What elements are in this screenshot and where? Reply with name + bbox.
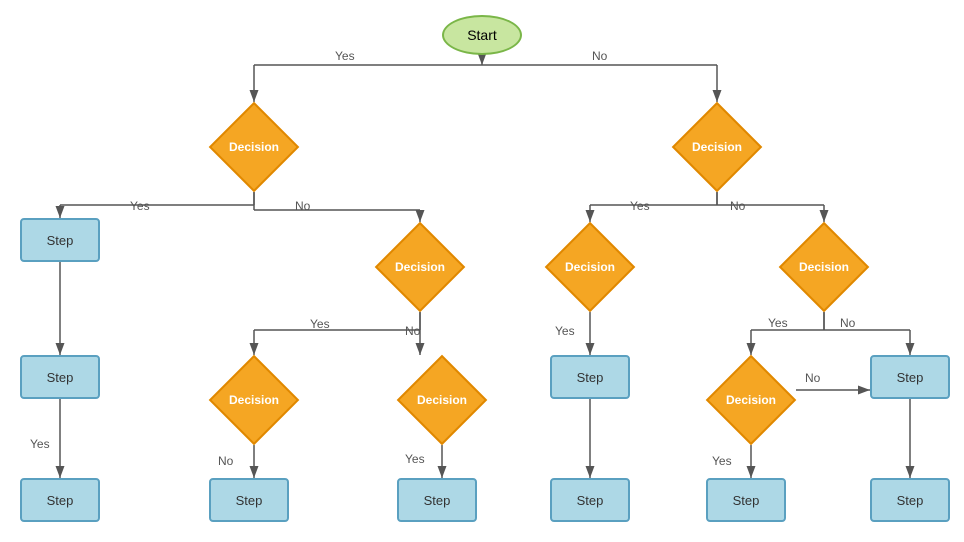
svg-text:No: No	[805, 371, 821, 385]
decision-d8: Decision	[706, 355, 796, 445]
step-r2-label: Step	[897, 493, 924, 508]
svg-text:No: No	[840, 316, 856, 330]
step-d8y: Step	[706, 478, 786, 522]
decision-d8-label: Decision	[726, 393, 776, 407]
step-r2: Step	[870, 478, 950, 522]
decision-d5: Decision	[779, 222, 869, 312]
step-m1-label: Step	[577, 370, 604, 385]
step-d8y-label: Step	[733, 493, 760, 508]
decision-d3-label: Decision	[395, 260, 445, 274]
svg-text:Yes: Yes	[335, 49, 355, 63]
decision-d4-label: Decision	[565, 260, 615, 274]
step-m3-label: Step	[577, 493, 604, 508]
decision-d5-label: Decision	[799, 260, 849, 274]
svg-text:Yes: Yes	[768, 316, 788, 330]
step-lm: Step	[209, 478, 289, 522]
svg-text:Yes: Yes	[30, 437, 50, 451]
step-l2: Step	[20, 355, 100, 399]
decision-d7: Decision	[397, 355, 487, 445]
decision-d7-label: Decision	[417, 393, 467, 407]
svg-text:No: No	[592, 49, 608, 63]
step-m3: Step	[550, 478, 630, 522]
start-label: Start	[467, 27, 497, 43]
svg-text:Yes: Yes	[405, 452, 425, 466]
decision-d2: Decision	[672, 102, 762, 192]
decision-d6-label: Decision	[229, 393, 279, 407]
decision-d2-label: Decision	[692, 140, 742, 154]
svg-text:Yes: Yes	[130, 199, 150, 213]
step-l1: Step	[20, 218, 100, 262]
step-r1: Step	[870, 355, 950, 399]
step-l2-label: Step	[47, 370, 74, 385]
decision-d3: Decision	[375, 222, 465, 312]
svg-text:Yes: Yes	[712, 454, 732, 468]
decision-d6: Decision	[209, 355, 299, 445]
step-l3: Step	[20, 478, 100, 522]
step-m2-label: Step	[424, 493, 451, 508]
step-r1-label: Step	[897, 370, 924, 385]
step-l1-label: Step	[47, 233, 74, 248]
decision-d1: Decision	[209, 102, 299, 192]
svg-text:Yes: Yes	[630, 199, 650, 213]
start-node: Start	[442, 15, 522, 55]
svg-text:Yes: Yes	[555, 324, 575, 338]
step-l3-label: Step	[47, 493, 74, 508]
decision-d4: Decision	[545, 222, 635, 312]
svg-text:No: No	[730, 199, 746, 213]
svg-text:No: No	[405, 324, 421, 338]
step-m1: Step	[550, 355, 630, 399]
svg-text:No: No	[218, 454, 234, 468]
svg-text:Yes: Yes	[310, 317, 330, 331]
svg-text:No: No	[295, 199, 311, 213]
step-m2: Step	[397, 478, 477, 522]
decision-d1-label: Decision	[229, 140, 279, 154]
step-lm-label: Step	[236, 493, 263, 508]
